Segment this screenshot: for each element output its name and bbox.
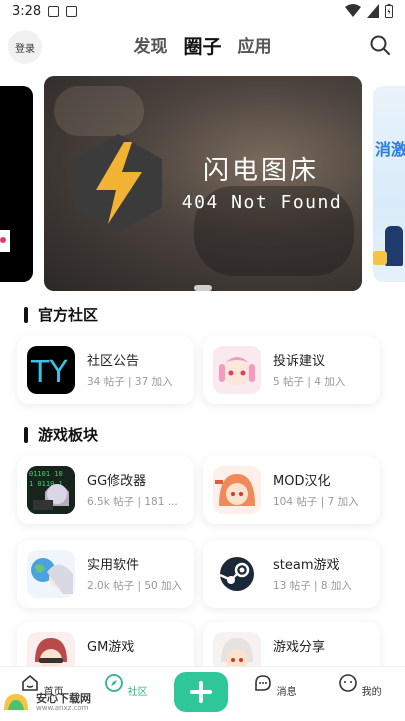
create-post-button[interactable]: [174, 672, 228, 712]
circle-name: MOD汉化: [273, 474, 331, 489]
tab-discover[interactable]: 发现: [133, 32, 167, 59]
banner-subtitle: 404 Not Found: [181, 192, 343, 213]
circle-card[interactable]: 实用软件 2.0k 帖子 | 50 加入: [17, 540, 194, 608]
banner-next-slide[interactable]: 消激: [373, 86, 405, 282]
nav-profile-label: 我的: [361, 687, 382, 698]
circle-stats: 5 帖子 | 4 加入: [273, 376, 346, 388]
app-notification-icon-2: [66, 6, 77, 17]
nav-messages[interactable]: 消息: [250, 673, 300, 698]
nav-community-label: 社区: [127, 687, 148, 698]
circle-stats: 13 帖子 | 8 加入: [273, 580, 352, 592]
circle-stats: 6.5k 帖子 | 181 ...: [87, 496, 178, 508]
search-icon[interactable]: [369, 34, 391, 56]
watermark-url: www.anxz.com: [36, 704, 89, 712]
banner-next-text: 消激: [375, 140, 405, 159]
battery-icon: [385, 4, 393, 18]
circle-card[interactable]: steam游戏 13 帖子 | 8 加入: [203, 540, 380, 608]
circle-name: 投诉建议: [273, 354, 326, 369]
top-tabs: 发现 圈子 应用: [0, 32, 405, 59]
anime-avatar: [213, 466, 261, 514]
circle-name: steam游戏: [273, 558, 340, 573]
circle-stats: 34 帖子 | 37 加入: [87, 376, 173, 388]
tab-apps[interactable]: 应用: [238, 32, 272, 59]
message-icon: [255, 675, 272, 691]
section-title-official: 官方社区: [24, 304, 98, 325]
nav-profile[interactable]: 我的: [335, 673, 385, 698]
status-bar: 3:28: [0, 0, 405, 24]
svg-text:TY: TY: [30, 355, 68, 390]
tab-circles[interactable]: 圈子: [183, 32, 221, 59]
app-notification-icon: [48, 6, 59, 17]
circle-name: 游戏分享: [273, 640, 326, 655]
banner-prev-slide[interactable]: [0, 86, 33, 282]
circle-stats: 104 帖子 | 7 加入: [273, 496, 359, 508]
anime-avatar: 01101 10 1 0110 1: [27, 466, 75, 514]
circle-card[interactable]: 01101 10 1 0110 1 GG修改器 6.5k 帖子 | 181 ..…: [17, 456, 194, 524]
carousel-indicator: [194, 285, 212, 291]
wifi-icon: [345, 4, 361, 17]
circle-card[interactable]: 投诉建议 5 帖子 | 4 加入: [203, 336, 380, 404]
nav-messages-label: 消息: [276, 687, 297, 698]
circle-name: GM游戏: [87, 640, 135, 655]
anime-avatar: [213, 346, 261, 394]
circle-name: 社区公告: [87, 354, 140, 369]
banner-slide[interactable]: 闪电图床 404 Not Found: [44, 76, 362, 291]
circle-card[interactable]: TY 社区公告 34 帖子 | 37 加入: [17, 336, 194, 404]
signal-icon: [367, 4, 379, 18]
steam-logo-avatar: [213, 550, 261, 598]
circle-name: GG修改器: [87, 474, 147, 489]
circle-stats: 2.0k 帖子 | 50 加入: [87, 580, 183, 592]
top-nav: 登录 发现 圈子 应用: [0, 28, 405, 64]
ty-logo-avatar: TY: [27, 346, 75, 394]
section-title-games: 游戏板块: [24, 424, 98, 445]
anime-avatar: [27, 550, 75, 598]
banner-title: 闪电图床: [202, 156, 319, 186]
lightning-logo-icon: [74, 134, 162, 232]
heart-icon: [0, 230, 10, 252]
status-time: 3:28: [12, 4, 42, 19]
circle-name: 实用软件: [87, 558, 140, 573]
svg-text:01101 10: 01101 10: [29, 470, 63, 478]
plus-icon: [190, 681, 212, 703]
circle-card[interactable]: MOD汉化 104 帖子 | 7 加入: [203, 456, 380, 524]
profile-icon: [339, 674, 358, 692]
